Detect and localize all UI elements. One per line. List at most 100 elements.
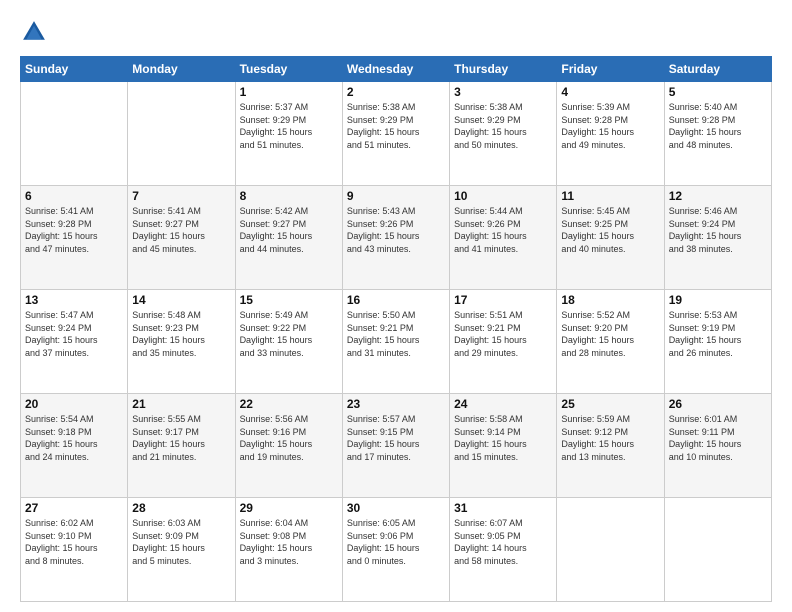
day-info: Sunrise: 5:44 AM Sunset: 9:26 PM Dayligh… (454, 205, 552, 255)
day-info: Sunrise: 6:02 AM Sunset: 9:10 PM Dayligh… (25, 517, 123, 567)
calendar-cell: 26 Sunrise: 6:01 AM Sunset: 9:11 PM Dayli… (664, 394, 771, 498)
day-info: Sunrise: 5:53 AM Sunset: 9:19 PM Dayligh… (669, 309, 767, 359)
calendar-cell: 4 Sunrise: 5:39 AM Sunset: 9:28 PM Daylig… (557, 82, 664, 186)
calendar-weekday-tuesday: Tuesday (235, 57, 342, 82)
calendar-cell: 19 Sunrise: 5:53 AM Sunset: 9:19 PM Dayli… (664, 290, 771, 394)
day-info: Sunrise: 5:40 AM Sunset: 9:28 PM Dayligh… (669, 101, 767, 151)
day-number: 20 (25, 397, 123, 411)
calendar-cell: 10 Sunrise: 5:44 AM Sunset: 9:26 PM Dayli… (450, 186, 557, 290)
day-info: Sunrise: 5:45 AM Sunset: 9:25 PM Dayligh… (561, 205, 659, 255)
calendar-cell: 31 Sunrise: 6:07 AM Sunset: 9:05 PM Dayli… (450, 498, 557, 602)
calendar-cell: 23 Sunrise: 5:57 AM Sunset: 9:15 PM Dayli… (342, 394, 449, 498)
calendar-cell: 24 Sunrise: 5:58 AM Sunset: 9:14 PM Dayli… (450, 394, 557, 498)
calendar-cell: 17 Sunrise: 5:51 AM Sunset: 9:21 PM Dayli… (450, 290, 557, 394)
calendar-cell: 6Sunrise: 5:41 AM Sunset: 9:28 PM Daylig… (21, 186, 128, 290)
day-info: Sunrise: 5:56 AM Sunset: 9:16 PM Dayligh… (240, 413, 338, 463)
calendar-cell (21, 82, 128, 186)
day-number: 15 (240, 293, 338, 307)
calendar-cell: 7Sunrise: 5:41 AM Sunset: 9:27 PM Daylig… (128, 186, 235, 290)
day-info: Sunrise: 5:39 AM Sunset: 9:28 PM Dayligh… (561, 101, 659, 151)
day-number: 17 (454, 293, 552, 307)
day-info: Sunrise: 5:55 AM Sunset: 9:17 PM Dayligh… (132, 413, 230, 463)
calendar-cell: 1 Sunrise: 5:37 AM Sunset: 9:29 PM Daylig… (235, 82, 342, 186)
day-number: 31 (454, 501, 552, 515)
calendar-cell: 13Sunrise: 5:47 AM Sunset: 9:24 PM Dayli… (21, 290, 128, 394)
day-info: Sunrise: 6:07 AM Sunset: 9:05 PM Dayligh… (454, 517, 552, 567)
calendar-cell: 9Sunrise: 5:43 AM Sunset: 9:26 PM Daylig… (342, 186, 449, 290)
day-info: Sunrise: 5:43 AM Sunset: 9:26 PM Dayligh… (347, 205, 445, 255)
day-number: 22 (240, 397, 338, 411)
calendar-cell: 18Sunrise: 5:52 AM Sunset: 9:20 PM Dayli… (557, 290, 664, 394)
day-number: 25 (561, 397, 659, 411)
calendar-cell: 11 Sunrise: 5:45 AM Sunset: 9:25 PM Dayli… (557, 186, 664, 290)
day-number: 19 (669, 293, 767, 307)
day-info: Sunrise: 6:03 AM Sunset: 9:09 PM Dayligh… (132, 517, 230, 567)
calendar-cell: 25 Sunrise: 5:59 AM Sunset: 9:12 PM Dayli… (557, 394, 664, 498)
calendar-week-2: 6Sunrise: 5:41 AM Sunset: 9:28 PM Daylig… (21, 186, 772, 290)
calendar-weekday-saturday: Saturday (664, 57, 771, 82)
calendar-cell: 2 Sunrise: 5:38 AM Sunset: 9:29 PM Daylig… (342, 82, 449, 186)
calendar-cell: 16Sunrise: 5:50 AM Sunset: 9:21 PM Dayli… (342, 290, 449, 394)
day-info: Sunrise: 5:38 AM Sunset: 9:29 PM Dayligh… (454, 101, 552, 151)
day-number: 6 (25, 189, 123, 203)
day-number: 5 (669, 85, 767, 99)
calendar-cell: 12 Sunrise: 5:46 AM Sunset: 9:24 PM Dayli… (664, 186, 771, 290)
day-info: Sunrise: 5:58 AM Sunset: 9:14 PM Dayligh… (454, 413, 552, 463)
calendar-cell: 14 Sunrise: 5:48 AM Sunset: 9:23 PM Dayli… (128, 290, 235, 394)
calendar-cell (557, 498, 664, 602)
day-number: 7 (132, 189, 230, 203)
day-info: Sunrise: 5:37 AM Sunset: 9:29 PM Dayligh… (240, 101, 338, 151)
header (20, 18, 772, 46)
day-number: 10 (454, 189, 552, 203)
calendar-cell: 29 Sunrise: 6:04 AM Sunset: 9:08 PM Dayli… (235, 498, 342, 602)
calendar-weekday-friday: Friday (557, 57, 664, 82)
day-info: Sunrise: 5:57 AM Sunset: 9:15 PM Dayligh… (347, 413, 445, 463)
day-number: 30 (347, 501, 445, 515)
logo (20, 18, 52, 46)
day-info: Sunrise: 5:46 AM Sunset: 9:24 PM Dayligh… (669, 205, 767, 255)
calendar-cell: 15 Sunrise: 5:49 AM Sunset: 9:22 PM Dayli… (235, 290, 342, 394)
calendar-cell: 3 Sunrise: 5:38 AM Sunset: 9:29 PM Daylig… (450, 82, 557, 186)
calendar-week-5: 27 Sunrise: 6:02 AM Sunset: 9:10 PM Dayli… (21, 498, 772, 602)
calendar-weekday-monday: Monday (128, 57, 235, 82)
day-number: 13 (25, 293, 123, 307)
day-info: Sunrise: 5:38 AM Sunset: 9:29 PM Dayligh… (347, 101, 445, 151)
calendar-cell (128, 82, 235, 186)
day-info: Sunrise: 5:49 AM Sunset: 9:22 PM Dayligh… (240, 309, 338, 359)
calendar-cell: 22 Sunrise: 5:56 AM Sunset: 9:16 PM Dayli… (235, 394, 342, 498)
calendar-weekday-thursday: Thursday (450, 57, 557, 82)
day-number: 16 (347, 293, 445, 307)
day-number: 3 (454, 85, 552, 99)
day-number: 14 (132, 293, 230, 307)
day-info: Sunrise: 6:04 AM Sunset: 9:08 PM Dayligh… (240, 517, 338, 567)
logo-icon (20, 18, 48, 46)
day-info: Sunrise: 6:01 AM Sunset: 9:11 PM Dayligh… (669, 413, 767, 463)
day-number: 2 (347, 85, 445, 99)
calendar-cell: 21 Sunrise: 5:55 AM Sunset: 9:17 PM Dayli… (128, 394, 235, 498)
day-number: 24 (454, 397, 552, 411)
calendar-week-3: 13Sunrise: 5:47 AM Sunset: 9:24 PM Dayli… (21, 290, 772, 394)
day-number: 11 (561, 189, 659, 203)
calendar-week-4: 20Sunrise: 5:54 AM Sunset: 9:18 PM Dayli… (21, 394, 772, 498)
day-number: 21 (132, 397, 230, 411)
day-number: 29 (240, 501, 338, 515)
calendar-weekday-sunday: Sunday (21, 57, 128, 82)
calendar-cell: 5 Sunrise: 5:40 AM Sunset: 9:28 PM Daylig… (664, 82, 771, 186)
day-number: 28 (132, 501, 230, 515)
day-number: 8 (240, 189, 338, 203)
day-number: 26 (669, 397, 767, 411)
day-info: Sunrise: 5:51 AM Sunset: 9:21 PM Dayligh… (454, 309, 552, 359)
day-number: 1 (240, 85, 338, 99)
day-number: 4 (561, 85, 659, 99)
calendar-cell (664, 498, 771, 602)
calendar-table: SundayMondayTuesdayWednesdayThursdayFrid… (20, 56, 772, 602)
day-number: 12 (669, 189, 767, 203)
calendar-cell: 20Sunrise: 5:54 AM Sunset: 9:18 PM Dayli… (21, 394, 128, 498)
day-number: 23 (347, 397, 445, 411)
day-number: 27 (25, 501, 123, 515)
calendar-cell: 28 Sunrise: 6:03 AM Sunset: 9:09 PM Dayli… (128, 498, 235, 602)
day-info: Sunrise: 5:59 AM Sunset: 9:12 PM Dayligh… (561, 413, 659, 463)
calendar-cell: 27 Sunrise: 6:02 AM Sunset: 9:10 PM Dayli… (21, 498, 128, 602)
day-info: Sunrise: 5:48 AM Sunset: 9:23 PM Dayligh… (132, 309, 230, 359)
calendar-cell: 30Sunrise: 6:05 AM Sunset: 9:06 PM Dayli… (342, 498, 449, 602)
